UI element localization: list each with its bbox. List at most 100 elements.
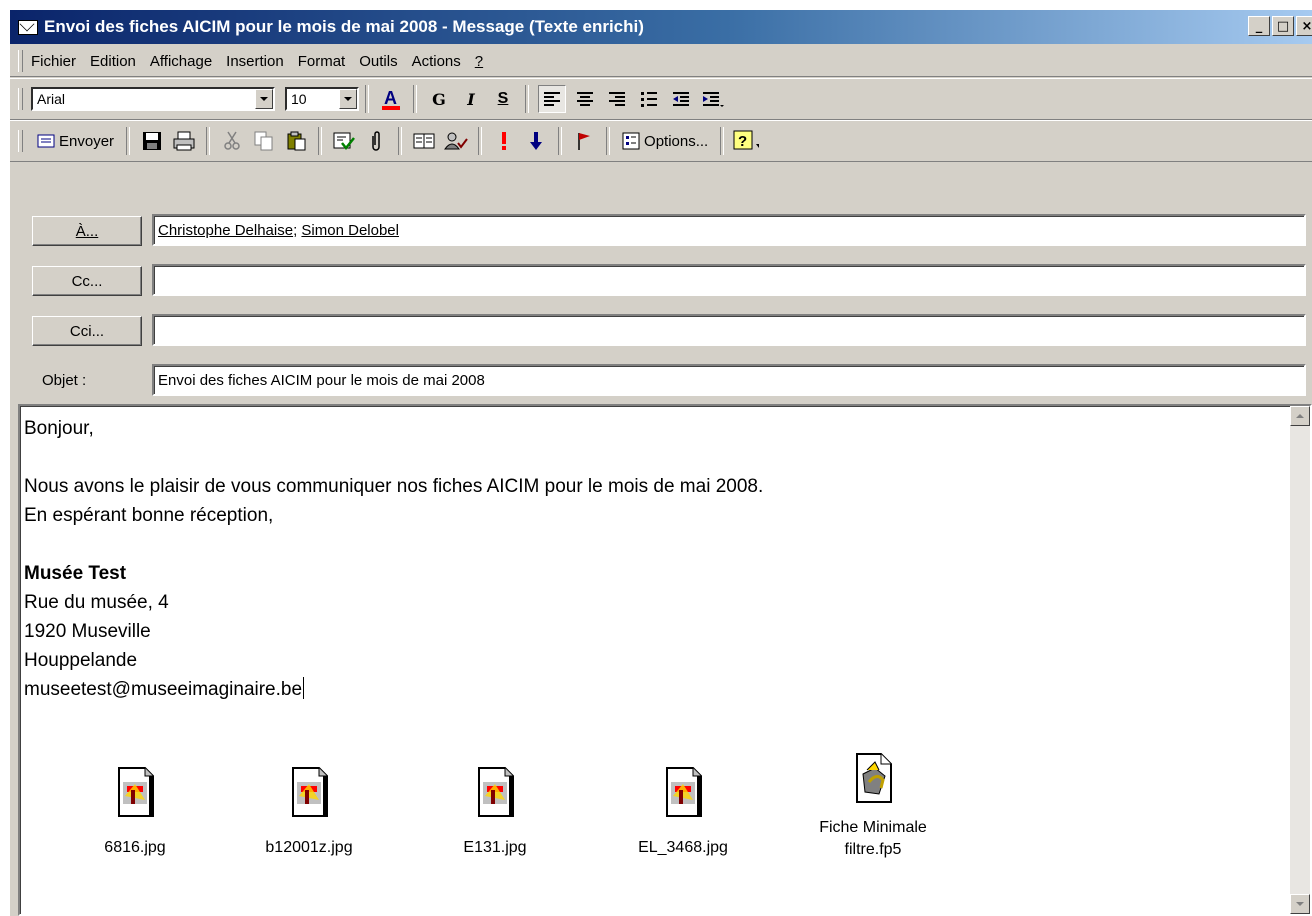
close-button[interactable]: × [1296, 16, 1312, 36]
cut-button[interactable] [219, 128, 245, 154]
cc-field[interactable] [152, 264, 1306, 296]
exclamation-icon [502, 132, 507, 150]
message-text: Bonjour, Nous avons le plaisir de vous c… [24, 414, 763, 704]
decrease-indent-button[interactable] [668, 86, 694, 112]
attachment-name-line1: Fiche Minimale [819, 819, 927, 836]
check-names-button[interactable] [331, 128, 357, 154]
copy-icon [254, 131, 273, 151]
recipient-christophe[interactable]: Christophe Delhaise [158, 222, 293, 239]
signature-email-line: museetest@museeimaginaire.be [24, 675, 763, 704]
separator [720, 127, 725, 155]
clipboard-icon [287, 131, 306, 151]
attachment-fiche-minimale[interactable]: Fiche Minimale filtre.fp5 [798, 752, 948, 861]
formatting-toolbar: Arial 10 A G I S [10, 78, 1312, 120]
body-line-1: Nous avons le plaisir de vous communique… [24, 476, 764, 497]
separator [206, 127, 211, 155]
attach-button[interactable] [363, 128, 389, 154]
send-label: Envoyer [59, 132, 115, 150]
separator [318, 127, 323, 155]
save-button[interactable] [139, 128, 165, 154]
menu-help[interactable]: ? [475, 53, 483, 70]
attachment-name: b12001z.jpg [265, 839, 353, 856]
separator [365, 85, 369, 113]
align-center-button[interactable] [572, 86, 598, 112]
jpg-file-icon [666, 767, 702, 817]
recipient-simon[interactable]: Simon Delobel [301, 222, 399, 239]
menu-format[interactable]: Format [298, 53, 346, 70]
attachment-e131[interactable]: E131.jpg [420, 766, 570, 859]
scissors-icon [224, 131, 240, 150]
signature-name-text: Musée Test [24, 563, 127, 584]
jpg-file-icon [118, 767, 154, 817]
menu-fichier[interactable]: Fichier [31, 53, 76, 70]
menu-insertion[interactable]: Insertion [226, 53, 284, 70]
attachment-el3468[interactable]: EL_3468.jpg [608, 766, 758, 859]
paperclip-icon [372, 131, 380, 151]
print-button[interactable] [171, 128, 197, 154]
bcc-button[interactable]: Cci... [32, 316, 142, 346]
message-body[interactable]: Bonjour, Nous avons le plaisir de vous c… [18, 404, 1312, 916]
menu-affichage[interactable]: Affichage [150, 53, 212, 70]
chevron-down-icon[interactable] [339, 89, 357, 109]
align-left-button[interactable] [538, 85, 566, 113]
person-check-icon [444, 132, 468, 150]
svg-text:?: ? [738, 133, 747, 150]
help-button[interactable]: ? [733, 128, 760, 154]
subject-field[interactable]: Envoi des fiches AICIM pour le mois de m… [152, 364, 1306, 396]
menu-edition[interactable]: Edition [90, 53, 136, 70]
increase-indent-button[interactable] [700, 86, 726, 112]
underline-button[interactable]: S [490, 86, 516, 112]
toolbar-grip[interactable] [18, 130, 23, 152]
send-button[interactable]: Envoyer [31, 127, 120, 155]
paste-button[interactable] [283, 128, 309, 154]
vertical-scrollbar[interactable] [1290, 406, 1310, 914]
separator [126, 127, 131, 155]
menu-outils[interactable]: Outils [359, 53, 397, 70]
toolbar-grip[interactable] [18, 88, 23, 110]
body-line-2: En espérant bonne réception, [24, 505, 274, 526]
greeting-line: Bonjour, [24, 418, 94, 439]
flag-icon [578, 133, 591, 150]
scroll-up-button[interactable] [1290, 406, 1310, 426]
scroll-down-button[interactable] [1290, 894, 1310, 914]
italic-button[interactable]: I [458, 86, 484, 112]
cc-label: Cc... [71, 272, 103, 290]
envelope-icon [18, 19, 38, 35]
align-right-icon [609, 92, 625, 106]
jpg-file-icon [292, 767, 328, 817]
to-button[interactable]: À... [32, 216, 142, 246]
title-bar[interactable]: Envoi des fiches AICIM pour le mois de m… [10, 10, 1312, 44]
importance-low-button[interactable] [523, 128, 549, 154]
copy-button[interactable] [251, 128, 277, 154]
check-names-person-button[interactable] [443, 128, 469, 154]
options-button[interactable]: Options... [616, 127, 714, 155]
indent-icon [703, 92, 724, 107]
attachment-b12001z[interactable]: b12001z.jpg [234, 766, 384, 859]
font-color-button[interactable]: A [378, 86, 404, 112]
minimize-button[interactable]: _ [1248, 16, 1270, 36]
separator [558, 127, 563, 155]
font-size-select[interactable]: 10 [285, 87, 359, 111]
importance-high-button[interactable] [491, 128, 517, 154]
cc-button[interactable]: Cc... [32, 266, 142, 296]
bullet-list-icon [641, 92, 657, 107]
toolbar-grip[interactable] [18, 50, 23, 72]
address-book-icon [413, 133, 435, 149]
menu-actions[interactable]: Actions [412, 53, 461, 70]
to-field[interactable]: Christophe Delhaise; Simon Delobel [152, 214, 1306, 246]
attachment-6816[interactable]: 6816.jpg [60, 766, 210, 859]
address-book-button[interactable] [411, 128, 437, 154]
font-color-icon: A [382, 88, 400, 110]
chevron-down-icon[interactable] [255, 89, 273, 109]
maximize-button[interactable]: □ [1272, 16, 1294, 36]
window-title: Envoi des fiches AICIM pour le mois de m… [44, 17, 644, 36]
bcc-field[interactable] [152, 314, 1306, 346]
align-right-button[interactable] [604, 86, 630, 112]
font-name-select[interactable]: Arial [31, 87, 275, 111]
bold-button[interactable]: G [426, 86, 452, 112]
bullets-button[interactable] [636, 86, 662, 112]
follow-up-flag-button[interactable] [571, 128, 597, 154]
text-caret [303, 677, 305, 699]
attachment-name: E131.jpg [463, 839, 527, 856]
signature-region: Houppelande [24, 650, 138, 671]
